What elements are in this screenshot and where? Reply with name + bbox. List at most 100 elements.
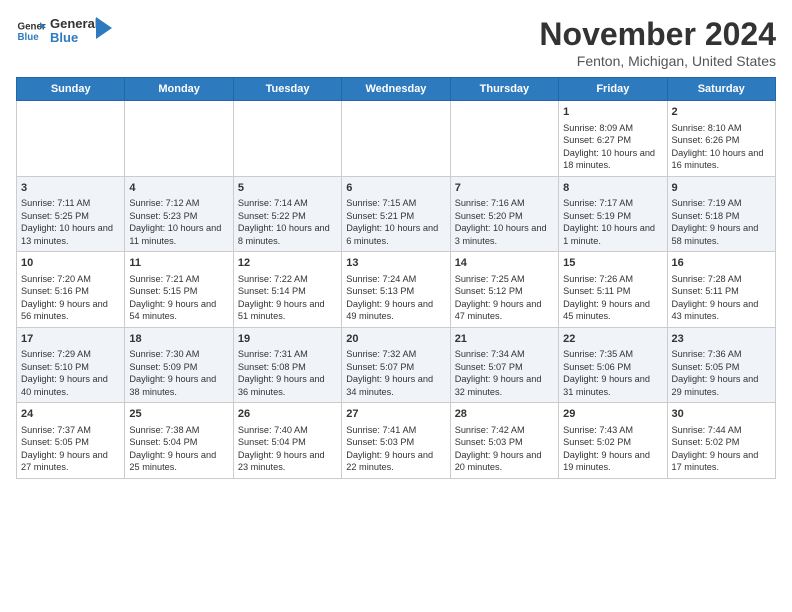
day-number: 6	[346, 181, 445, 196]
day-number: 9	[672, 181, 771, 196]
day-number: 16	[672, 256, 771, 271]
day-info: Sunrise: 7:16 AM Sunset: 5:20 PM Dayligh…	[455, 197, 554, 247]
day-info: Sunrise: 7:36 AM Sunset: 5:05 PM Dayligh…	[672, 348, 771, 398]
weekday-header-wednesday: Wednesday	[342, 78, 450, 101]
day-info: Sunrise: 7:15 AM Sunset: 5:21 PM Dayligh…	[346, 197, 445, 247]
day-info: Sunrise: 7:19 AM Sunset: 5:18 PM Dayligh…	[672, 197, 771, 247]
day-info: Sunrise: 7:31 AM Sunset: 5:08 PM Dayligh…	[238, 348, 337, 398]
day-info: Sunrise: 7:30 AM Sunset: 5:09 PM Dayligh…	[129, 348, 228, 398]
calendar-cell: 13Sunrise: 7:24 AM Sunset: 5:13 PM Dayli…	[342, 252, 450, 328]
month-title: November 2024	[539, 16, 776, 53]
day-number: 28	[455, 407, 554, 422]
day-number: 23	[672, 332, 771, 347]
day-info: Sunrise: 7:12 AM Sunset: 5:23 PM Dayligh…	[129, 197, 228, 247]
day-info: Sunrise: 8:10 AM Sunset: 6:26 PM Dayligh…	[672, 122, 771, 172]
calendar-cell: 25 Sunrise: 7:38 AM Sunset: 5:04 PM Dayli…	[125, 403, 233, 479]
weekday-header-saturday: Saturday	[667, 78, 775, 101]
calendar-cell: 6Sunrise: 7:15 AM Sunset: 5:21 PM Daylig…	[342, 176, 450, 252]
calendar-cell: 21Sunrise: 7:34 AM Sunset: 5:07 PM Dayli…	[450, 327, 558, 403]
calendar-cell: 12 Sunrise: 7:22 AM Sunset: 5:14 PM Dayli…	[233, 252, 341, 328]
day-number: 22	[563, 332, 662, 347]
day-number: 25	[129, 407, 228, 422]
calendar-cell: 26 Sunrise: 7:40 AM Sunset: 5:04 PM Dayli…	[233, 403, 341, 479]
day-info: Sunrise: 7:26 AM Sunset: 5:11 PM Dayligh…	[563, 273, 662, 323]
day-number: 21	[455, 332, 554, 347]
page-header: General Blue General Blue November 2024 …	[16, 16, 776, 69]
calendar-cell: 22Sunrise: 7:35 AM Sunset: 5:06 PM Dayli…	[559, 327, 667, 403]
day-number: 29	[563, 407, 662, 422]
day-number: 2	[672, 105, 771, 120]
day-number: 26	[238, 407, 337, 422]
calendar-cell: 4Sunrise: 7:12 AM Sunset: 5:23 PM Daylig…	[125, 176, 233, 252]
day-number: 24	[21, 407, 120, 422]
day-number: 30	[672, 407, 771, 422]
weekday-header-tuesday: Tuesday	[233, 78, 341, 101]
day-info: Sunrise: 7:38 AM Sunset: 5:04 PM Dayligh…	[129, 424, 228, 474]
calendar-cell: 3Sunrise: 7:11 AM Sunset: 5:25 PM Daylig…	[17, 176, 125, 252]
logo-icon: General Blue	[16, 16, 46, 46]
logo: General Blue General Blue	[16, 16, 112, 46]
calendar-cell: 9Sunrise: 7:19 AM Sunset: 5:18 PM Daylig…	[667, 176, 775, 252]
weekday-header-sunday: Sunday	[17, 78, 125, 101]
day-number: 11	[129, 256, 228, 271]
day-info: Sunrise: 7:37 AM Sunset: 5:05 PM Dayligh…	[21, 424, 120, 474]
calendar-cell: 15Sunrise: 7:26 AM Sunset: 5:11 PM Dayli…	[559, 252, 667, 328]
logo-general: General	[50, 17, 98, 31]
calendar-cell: 30 Sunrise: 7:44 AM Sunset: 5:02 PM Dayli…	[667, 403, 775, 479]
day-number: 8	[563, 181, 662, 196]
calendar-cell: 8Sunrise: 7:17 AM Sunset: 5:19 PM Daylig…	[559, 176, 667, 252]
calendar-cell: 24 Sunrise: 7:37 AM Sunset: 5:05 PM Dayli…	[17, 403, 125, 479]
day-info: Sunrise: 7:43 AM Sunset: 5:02 PM Dayligh…	[563, 424, 662, 474]
weekday-header-thursday: Thursday	[450, 78, 558, 101]
calendar-cell: 18Sunrise: 7:30 AM Sunset: 5:09 PM Dayli…	[125, 327, 233, 403]
day-info: Sunrise: 8:09 AM Sunset: 6:27 PM Dayligh…	[563, 122, 662, 172]
day-number: 3	[21, 181, 120, 196]
day-info: Sunrise: 7:40 AM Sunset: 5:04 PM Dayligh…	[238, 424, 337, 474]
day-number: 12	[238, 256, 337, 271]
title-block: November 2024 Fenton, Michigan, United S…	[539, 16, 776, 69]
day-info: Sunrise: 7:14 AM Sunset: 5:22 PM Dayligh…	[238, 197, 337, 247]
day-info: Sunrise: 7:21 AM Sunset: 5:15 PM Dayligh…	[129, 273, 228, 323]
logo-arrow-icon	[96, 17, 112, 39]
day-info: Sunrise: 7:44 AM Sunset: 5:02 PM Dayligh…	[672, 424, 771, 474]
calendar-cell	[125, 101, 233, 177]
day-info: Sunrise: 7:29 AM Sunset: 5:10 PM Dayligh…	[21, 348, 120, 398]
day-number: 27	[346, 407, 445, 422]
calendar-cell: 14 Sunrise: 7:25 AM Sunset: 5:12 PM Dayli…	[450, 252, 558, 328]
day-number: 1	[563, 105, 662, 120]
calendar-cell: 17Sunrise: 7:29 AM Sunset: 5:10 PM Dayli…	[17, 327, 125, 403]
svg-text:Blue: Blue	[18, 32, 40, 43]
calendar-cell: 23Sunrise: 7:36 AM Sunset: 5:05 PM Dayli…	[667, 327, 775, 403]
day-number: 18	[129, 332, 228, 347]
calendar-cell: 1 Sunrise: 8:09 AM Sunset: 6:27 PM Daylig…	[559, 101, 667, 177]
day-number: 17	[21, 332, 120, 347]
calendar-cell: 29 Sunrise: 7:43 AM Sunset: 5:02 PM Dayli…	[559, 403, 667, 479]
day-number: 10	[21, 256, 120, 271]
calendar-cell: 5Sunrise: 7:14 AM Sunset: 5:22 PM Daylig…	[233, 176, 341, 252]
day-info: Sunrise: 7:41 AM Sunset: 5:03 PM Dayligh…	[346, 424, 445, 474]
calendar-cell: 7Sunrise: 7:16 AM Sunset: 5:20 PM Daylig…	[450, 176, 558, 252]
calendar-cell: 2 Sunrise: 8:10 AM Sunset: 6:26 PM Daylig…	[667, 101, 775, 177]
day-info: Sunrise: 7:32 AM Sunset: 5:07 PM Dayligh…	[346, 348, 445, 398]
day-info: Sunrise: 7:42 AM Sunset: 5:03 PM Dayligh…	[455, 424, 554, 474]
weekday-header-friday: Friday	[559, 78, 667, 101]
calendar-cell: 16 Sunrise: 7:28 AM Sunset: 5:11 PM Dayli…	[667, 252, 775, 328]
day-number: 14	[455, 256, 554, 271]
day-info: Sunrise: 7:35 AM Sunset: 5:06 PM Dayligh…	[563, 348, 662, 398]
day-number: 20	[346, 332, 445, 347]
day-number: 5	[238, 181, 337, 196]
weekday-header-monday: Monday	[125, 78, 233, 101]
day-info: Sunrise: 7:28 AM Sunset: 5:11 PM Dayligh…	[672, 273, 771, 323]
day-info: Sunrise: 7:11 AM Sunset: 5:25 PM Dayligh…	[21, 197, 120, 247]
day-number: 13	[346, 256, 445, 271]
logo-blue: Blue	[50, 31, 98, 45]
calendar-cell	[17, 101, 125, 177]
calendar-table: SundayMondayTuesdayWednesdayThursdayFrid…	[16, 77, 776, 479]
day-number: 19	[238, 332, 337, 347]
calendar-cell: 20Sunrise: 7:32 AM Sunset: 5:07 PM Dayli…	[342, 327, 450, 403]
day-info: Sunrise: 7:22 AM Sunset: 5:14 PM Dayligh…	[238, 273, 337, 323]
day-info: Sunrise: 7:17 AM Sunset: 5:19 PM Dayligh…	[563, 197, 662, 247]
calendar-cell	[233, 101, 341, 177]
day-info: Sunrise: 7:25 AM Sunset: 5:12 PM Dayligh…	[455, 273, 554, 323]
calendar-cell	[342, 101, 450, 177]
